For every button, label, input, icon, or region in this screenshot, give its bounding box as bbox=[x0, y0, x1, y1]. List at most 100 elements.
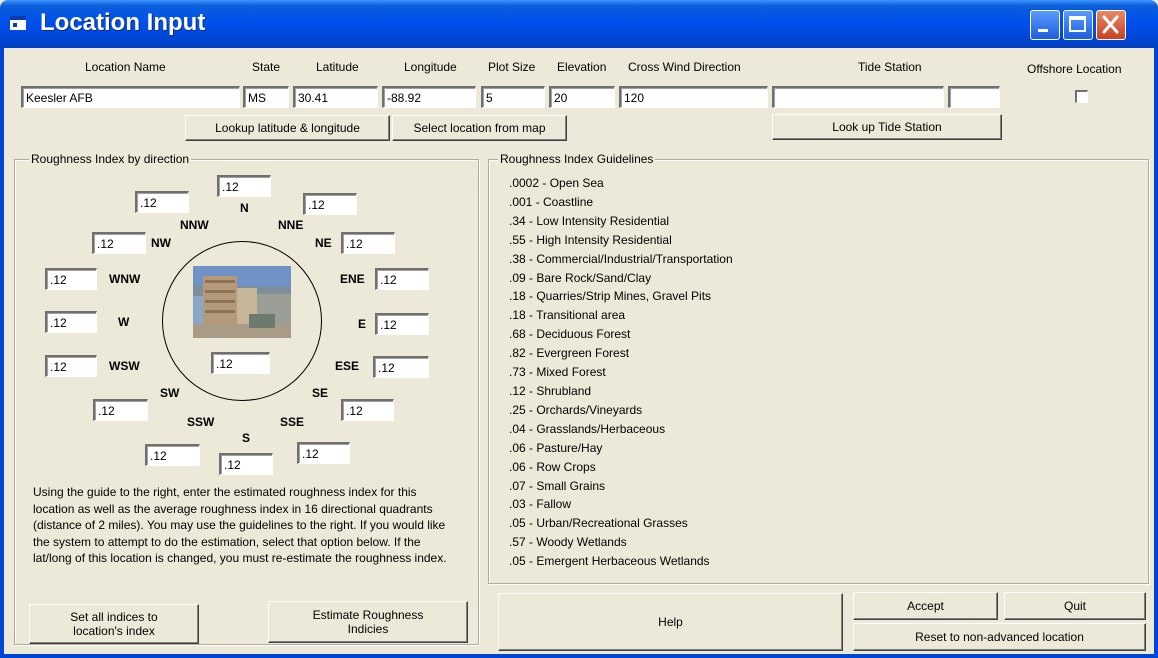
roughness-nne-input[interactable] bbox=[303, 193, 357, 215]
guideline-item: .03 - Fallow bbox=[509, 497, 572, 512]
window-frame-bottom bbox=[0, 654, 1158, 658]
offshore-location-label: Offshore Location bbox=[1027, 62, 1122, 76]
minimize-icon bbox=[1038, 29, 1048, 32]
guideline-item: .82 - Evergreen Forest bbox=[509, 346, 630, 361]
accept-button[interactable]: Accept bbox=[853, 592, 998, 620]
estimate-roughness-button[interactable]: Estimate Roughness Indicies bbox=[268, 601, 468, 643]
guideline-item: .06 - Row Crops bbox=[509, 459, 596, 474]
dir-ssw-label: SSW bbox=[187, 415, 215, 429]
guideline-item: .07 - Small Grains bbox=[509, 478, 606, 493]
roughness-instructions: Using the guide to the right, enter the … bbox=[33, 485, 447, 566]
roughness-sw-input[interactable] bbox=[93, 399, 148, 421]
latitude-label: Latitude bbox=[316, 60, 359, 74]
location-photo bbox=[193, 266, 291, 338]
dir-nnw-label: NNW bbox=[180, 218, 209, 232]
window-frame-right bbox=[1154, 48, 1158, 658]
state-input[interactable] bbox=[243, 86, 289, 108]
guideline-item: .06 - Pasture/Hay bbox=[509, 440, 603, 455]
roughness-direction-title: Roughness Index by direction bbox=[29, 152, 192, 166]
dir-sw-label: SW bbox=[160, 386, 180, 400]
guideline-item: .34 - Low Intensity Residential bbox=[509, 213, 670, 228]
dir-wsw-label: WSW bbox=[109, 359, 140, 373]
guideline-item: .09 - Bare Rock/Sand/Clay bbox=[509, 270, 652, 285]
roughness-ssw-input[interactable] bbox=[145, 444, 200, 466]
guideline-item: .05 - Urban/Recreational Grasses bbox=[509, 516, 688, 531]
location-name-label: Location Name bbox=[85, 60, 166, 74]
roughness-ene-input[interactable] bbox=[375, 268, 429, 290]
dir-ene-label: ENE bbox=[340, 272, 365, 286]
estimate-roughness-line1: Estimate Roughness bbox=[312, 608, 424, 622]
tide-station-id-input[interactable] bbox=[948, 86, 1000, 108]
latitude-input[interactable] bbox=[293, 86, 378, 108]
cross-wind-direction-label: Cross Wind Direction bbox=[628, 60, 741, 74]
roughness-ese-input[interactable] bbox=[373, 356, 429, 378]
longitude-label: Longitude bbox=[404, 60, 457, 74]
dir-n-label: N bbox=[240, 201, 249, 215]
set-all-indices-line2: location's index bbox=[73, 624, 155, 638]
dir-s-label: S bbox=[242, 431, 251, 445]
lookup-latlong-button[interactable]: Lookup latitude & longitude bbox=[185, 115, 390, 141]
elevation-input[interactable] bbox=[549, 86, 615, 108]
guideline-item: .73 - Mixed Forest bbox=[509, 365, 606, 380]
roughness-se-input[interactable] bbox=[341, 399, 394, 421]
guideline-item: .25 - Orchards/Vineyards bbox=[509, 402, 643, 417]
dir-ne-label: NE bbox=[315, 236, 332, 250]
maximize-icon bbox=[1069, 16, 1086, 32]
dir-nw-label: NW bbox=[151, 236, 171, 250]
plot-size-label: Plot Size bbox=[488, 60, 536, 74]
dir-wnw-label: WNW bbox=[109, 272, 141, 286]
guideline-item: .38 - Commercial/Industrial/Transportati… bbox=[509, 251, 733, 266]
roughness-ne-input[interactable] bbox=[341, 232, 395, 254]
close-button[interactable] bbox=[1096, 10, 1126, 40]
help-button[interactable]: Help bbox=[498, 593, 843, 651]
guidelines-list: .0002 - Open Sea .001 - Coastline .34 - … bbox=[509, 174, 733, 571]
guideline-item: .12 - Shrubland bbox=[509, 383, 592, 398]
state-label: State bbox=[252, 60, 281, 74]
window-frame-left bbox=[0, 48, 4, 658]
minimize-button[interactable] bbox=[1030, 10, 1060, 40]
reset-location-button[interactable]: Reset to non-advanced location bbox=[853, 623, 1146, 651]
select-location-map-button[interactable]: Select location from map bbox=[392, 115, 567, 141]
dir-w-label: W bbox=[118, 315, 130, 329]
app-icon bbox=[10, 16, 26, 30]
quit-button[interactable]: Quit bbox=[1004, 592, 1146, 620]
roughness-nw-input[interactable] bbox=[92, 232, 146, 254]
guideline-item: .55 - High Intensity Residential bbox=[509, 232, 672, 247]
roughness-center-input[interactable] bbox=[211, 352, 270, 374]
offshore-location-checkbox[interactable] bbox=[1075, 90, 1088, 103]
roughness-wnw-input[interactable] bbox=[45, 268, 97, 290]
roughness-guidelines-title: Roughness Index Guidelines bbox=[498, 152, 656, 166]
set-all-indices-button[interactable]: Set all indices to location's index bbox=[29, 604, 199, 644]
roughness-e-input[interactable] bbox=[375, 313, 429, 335]
roughness-nnw-input[interactable] bbox=[135, 191, 189, 213]
roughness-direction-group bbox=[14, 159, 479, 645]
roughness-w-input[interactable] bbox=[45, 311, 97, 333]
roughness-s-input[interactable] bbox=[219, 453, 273, 475]
guideline-item: .001 - Coastline bbox=[509, 194, 594, 209]
elevation-label: Elevation bbox=[557, 60, 607, 74]
guideline-item: .57 - Woody Wetlands bbox=[509, 535, 627, 550]
tide-station-input[interactable] bbox=[772, 86, 944, 108]
longitude-input[interactable] bbox=[382, 86, 476, 108]
guideline-item: .18 - Quarries/Strip Mines, Gravel Pits bbox=[509, 289, 712, 304]
dir-se-label: SE bbox=[312, 386, 329, 400]
window-title: Location Input bbox=[40, 9, 206, 36]
guideline-item: .0002 - Open Sea bbox=[509, 176, 604, 190]
dir-nne-label: NNE bbox=[278, 218, 304, 232]
roughness-sse-input[interactable] bbox=[297, 442, 350, 464]
guideline-item: .04 - Grasslands/Herbaceous bbox=[509, 421, 666, 436]
location-name-input[interactable] bbox=[21, 86, 240, 108]
tide-station-label: Tide Station bbox=[858, 60, 922, 74]
dir-sse-label: SSE bbox=[280, 415, 305, 429]
estimate-roughness-line2: Indicies bbox=[347, 622, 389, 636]
maximize-button[interactable] bbox=[1063, 10, 1093, 40]
cross-wind-direction-input[interactable] bbox=[619, 86, 768, 108]
dir-e-label: E bbox=[358, 317, 367, 331]
set-all-indices-line1: Set all indices to bbox=[70, 610, 158, 624]
guideline-item: .68 - Deciduous Forest bbox=[509, 327, 631, 342]
close-icon bbox=[1102, 15, 1119, 34]
plot-size-input[interactable] bbox=[481, 86, 545, 108]
roughness-wsw-input[interactable] bbox=[45, 355, 97, 377]
lookup-tide-station-button[interactable]: Look up Tide Station bbox=[772, 114, 1002, 140]
roughness-n-input[interactable] bbox=[217, 175, 271, 197]
